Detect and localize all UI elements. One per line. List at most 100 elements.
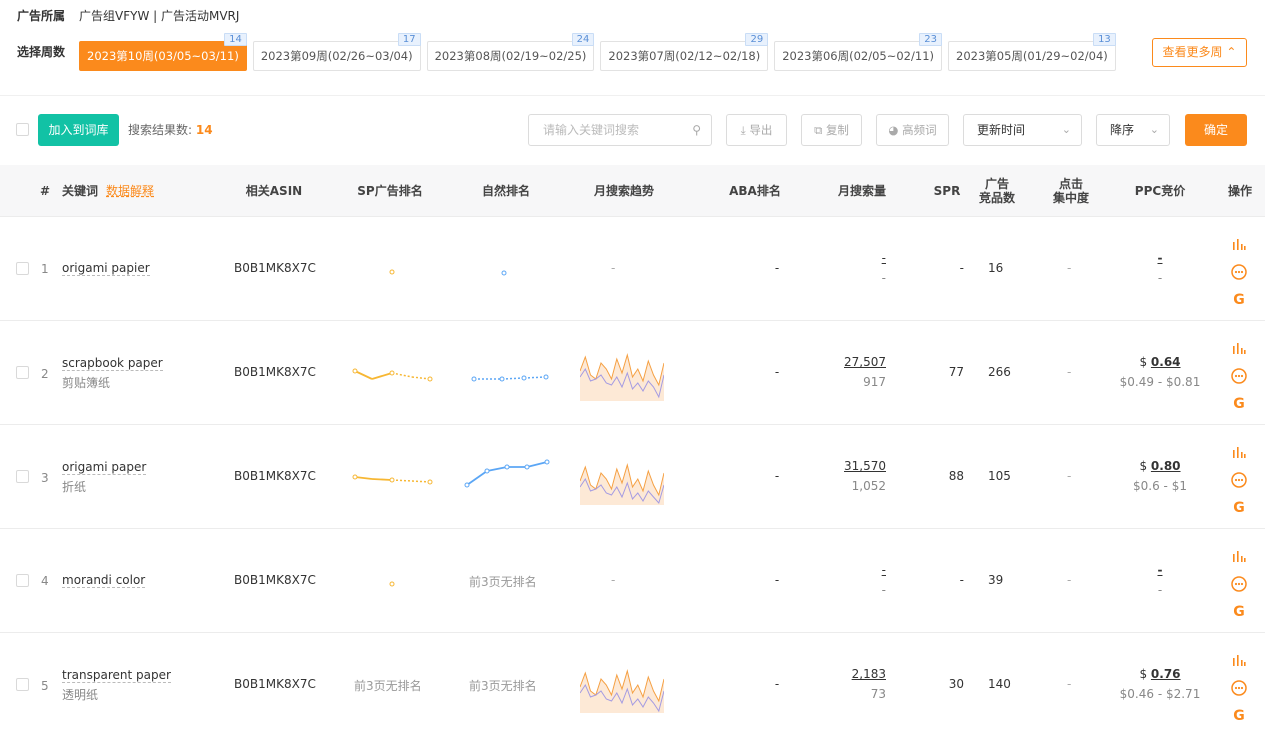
week-tab-07[interactable]: 2023第07周(02/12~02/18) 29 xyxy=(600,33,769,71)
week-tab-label: 2023第09周(02/26~03/04) xyxy=(260,49,413,63)
row-actions: G xyxy=(1229,339,1249,423)
asin-cell[interactable]: B0B1MK8X7C xyxy=(234,573,316,587)
ppc-bid[interactable]: 0.64 xyxy=(1151,355,1181,369)
bar-chart-icon[interactable] xyxy=(1230,547,1248,565)
keyword-cell: scrapbook paper 剪贴簿纸 xyxy=(62,356,163,391)
rank-segment xyxy=(466,470,488,486)
rank-point xyxy=(499,376,505,382)
google-icon[interactable]: G xyxy=(1230,707,1248,725)
bar-chart-icon[interactable] xyxy=(1230,651,1248,669)
aba-rank: - xyxy=(774,261,780,275)
row-checkbox[interactable] xyxy=(16,574,29,587)
monthly-volume[interactable]: 2,183 xyxy=(816,667,886,681)
data-explain-link[interactable]: 数据解释 xyxy=(106,184,154,198)
asin-cell[interactable]: B0B1MK8X7C xyxy=(234,365,316,379)
google-icon[interactable]: G xyxy=(1230,395,1248,413)
monthly-volume-cell: -- xyxy=(816,563,886,597)
col-sp-rank: SP广告排名 xyxy=(357,184,423,198)
google-icon[interactable]: G xyxy=(1230,499,1248,517)
asin-cell[interactable]: B0B1MK8X7C xyxy=(234,261,316,275)
monthly-volume-cell: -- xyxy=(816,251,886,285)
google-icon[interactable]: G xyxy=(1230,603,1248,621)
table-row: 3 origami paper 折纸 B0B1MK8X7C - 31,570 1,052 88… xyxy=(0,425,1265,529)
ppc-bid[interactable]: 0.80 xyxy=(1151,459,1181,473)
keyword-cell: morandi color xyxy=(62,573,146,588)
more-icon[interactable] xyxy=(1230,471,1248,489)
sp-rank-sparkline xyxy=(352,474,433,485)
google-icon[interactable]: G xyxy=(1230,291,1248,309)
col-trend: 月搜索趋势 xyxy=(593,184,654,198)
week-tab-08[interactable]: 2023第08周(02/19~02/25) 24 xyxy=(426,33,595,71)
monthly-volume-cell: 27,507 917 xyxy=(816,355,886,389)
ppc-bid[interactable]: - xyxy=(1158,563,1163,577)
row-index: 1 xyxy=(41,262,49,276)
week-selector: 选择周数 2023第10周(03/05~03/11) 14 2023第09周(02… xyxy=(17,32,1122,72)
keyword-text[interactable]: scrapbook paper xyxy=(62,356,163,371)
sort-order-select[interactable]: 降序 ⌄ xyxy=(1096,114,1170,146)
trend-area xyxy=(580,355,664,401)
keyword-search-input[interactable]: 请输入关键词搜索 ⚲ xyxy=(528,114,712,146)
ad-products-count: 266 xyxy=(988,365,1011,379)
click-concentration: - xyxy=(1067,261,1072,275)
click-concentration: - xyxy=(1067,469,1072,483)
col-ad-products-l1: 广告 xyxy=(984,177,1009,191)
bar-chart-icon[interactable] xyxy=(1230,339,1248,357)
keyword-text[interactable]: origami papier xyxy=(62,261,150,276)
chevron-up-icon: ⌃ xyxy=(1226,45,1237,59)
row-actions: G xyxy=(1229,443,1249,527)
copy-button[interactable]: ⧉ 复制 xyxy=(801,114,862,146)
week-tab-label: 2023第05周(01/29~02/04) xyxy=(956,49,1108,63)
ad-ownership-label: 广告所属 xyxy=(17,8,66,23)
monthly-volume[interactable]: 27,507 xyxy=(816,355,886,369)
monthly-trend-chart[interactable] xyxy=(580,349,664,401)
keyword-text[interactable]: morandi color xyxy=(62,573,146,588)
rank-segment xyxy=(391,479,413,482)
rank-segment xyxy=(501,377,525,380)
natural-rank-sparkline xyxy=(471,374,549,382)
ppc-bid[interactable]: 0.76 xyxy=(1151,667,1181,681)
more-icon[interactable] xyxy=(1230,679,1248,697)
rank-point xyxy=(484,468,490,474)
week-selector-label: 选择周数 xyxy=(17,45,66,59)
asin-cell[interactable]: B0B1MK8X7C xyxy=(234,677,316,691)
monthly-volume-cell: 31,570 1,052 xyxy=(816,459,886,493)
sort-field-select[interactable]: 更新时间 ⌄ xyxy=(963,114,1082,146)
more-weeks-button[interactable]: 查看更多周 ⌃ xyxy=(1152,38,1247,67)
high-frequency-button[interactable]: ◕ 高频词 xyxy=(876,114,949,146)
monthly-trend-chart[interactable] xyxy=(580,453,664,505)
bar-chart-icon[interactable] xyxy=(1230,235,1248,253)
rank-segment xyxy=(523,376,547,379)
bar-chart-icon[interactable] xyxy=(1230,443,1248,461)
export-button[interactable]: ⤓ 导出 xyxy=(726,114,787,146)
download-icon: ⤓ xyxy=(740,123,746,137)
add-to-library-button[interactable]: 加入到词库 xyxy=(38,114,119,146)
week-tab-10[interactable]: 2023第10周(03/05~03/11) 14 xyxy=(79,33,247,71)
confirm-button[interactable]: 确定 xyxy=(1185,114,1247,146)
more-icon[interactable] xyxy=(1230,263,1248,281)
monthly-trend-chart[interactable] xyxy=(580,661,664,713)
ppc-bid[interactable]: - xyxy=(1158,251,1163,265)
monthly-volume[interactable]: - xyxy=(816,251,886,265)
week-tab-06[interactable]: 2023第06周(02/05~02/11) 23 xyxy=(774,33,942,71)
week-tab-05[interactable]: 2023第05周(01/29~02/04) 13 xyxy=(948,33,1116,71)
rank-segment xyxy=(391,372,413,378)
weekly-volume: 73 xyxy=(870,687,886,701)
row-checkbox[interactable] xyxy=(16,366,29,379)
select-all-checkbox[interactable] xyxy=(16,123,29,136)
row-checkbox[interactable] xyxy=(16,678,29,691)
keyword-text[interactable]: transparent paper xyxy=(62,668,171,683)
monthly-volume[interactable]: - xyxy=(816,563,886,577)
keyword-text[interactable]: origami paper xyxy=(62,460,147,475)
result-label: 搜索结果数: xyxy=(128,123,193,137)
ad-ownership: 广告所属 广告组VFYW | 广告活动MVRJ xyxy=(17,7,239,23)
asin-cell[interactable]: B0B1MK8X7C xyxy=(234,469,316,483)
more-icon[interactable] xyxy=(1230,575,1248,593)
toolbar: 加入到词库 搜索结果数: 14 请输入关键词搜索 ⚲ ⤓ 导出 ⧉ 复制 ◕ 高频… xyxy=(0,114,1265,146)
rank-segment xyxy=(526,461,548,468)
more-icon[interactable] xyxy=(1230,367,1248,385)
week-tab-09[interactable]: 2023第09周(02/26~03/04) 17 xyxy=(252,33,421,71)
row-checkbox[interactable] xyxy=(16,262,29,275)
monthly-volume[interactable]: 31,570 xyxy=(816,459,886,473)
row-checkbox[interactable] xyxy=(16,470,29,483)
sp-rank-text: 前3页无排名 xyxy=(354,679,422,693)
